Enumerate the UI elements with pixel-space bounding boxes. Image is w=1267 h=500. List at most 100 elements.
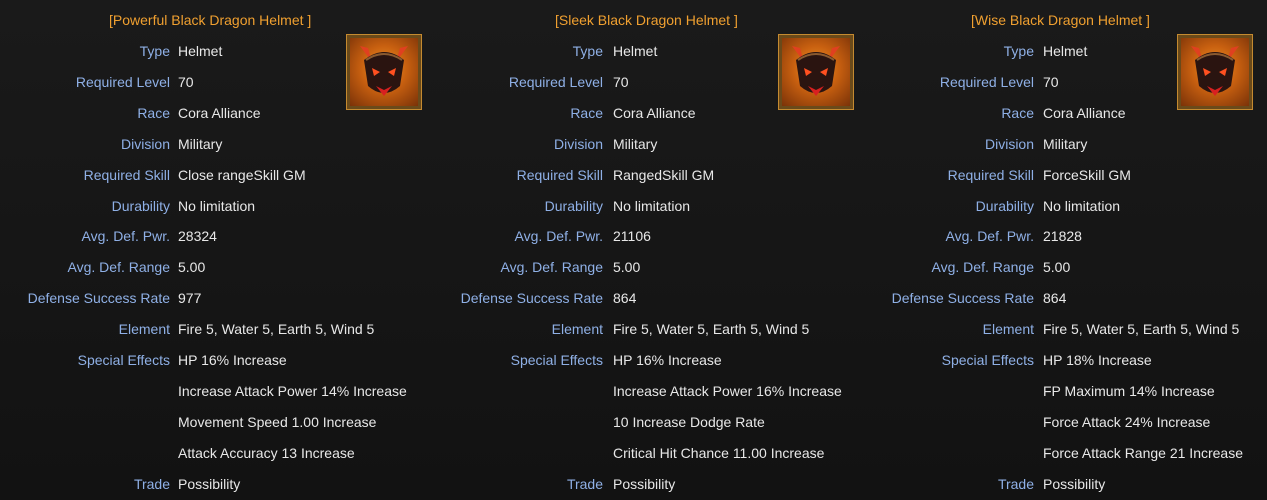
stat-row: Increase Attack Power 14% Increase [0, 381, 435, 401]
stat-value: Cora Alliance [1043, 105, 1126, 121]
stat-label: Race [570, 105, 603, 121]
stat-row: Avg. Def. Pwr. 28324 [0, 226, 435, 246]
stat-row: Division Military [0, 134, 435, 154]
stat-row: Required Level 70 [435, 72, 867, 92]
stat-label: Avg. Def. Pwr. [81, 228, 170, 244]
stat-row: Avg. Def. Range 5.00 [867, 257, 1267, 277]
stat-label: Special Effects [77, 352, 170, 368]
stat-row: Defense Success Rate 864 [867, 288, 1267, 308]
stat-row: Element Fire 5, Water 5, Earth 5, Wind 5 [435, 319, 867, 339]
stat-row: Special Effects HP 18% Increase [867, 350, 1267, 370]
stat-row: 10 Increase Dodge Rate [435, 412, 867, 432]
stat-row: Avg. Def. Range 5.00 [0, 257, 435, 277]
stat-value: Helmet [613, 43, 658, 59]
stat-label: Avg. Def. Pwr. [514, 228, 603, 244]
stat-value: 10 Increase Dodge Rate [613, 414, 765, 430]
item-title: [Powerful Black Dragon Helmet ] [109, 12, 312, 28]
stat-label: Trade [566, 476, 603, 492]
stat-row: Race Cora Alliance [0, 103, 435, 123]
stat-row: Trade Possibility [0, 474, 435, 494]
stat-value: Cora Alliance [613, 105, 696, 121]
stat-label: Required Level [939, 74, 1034, 90]
stat-value: Military [178, 136, 223, 152]
item-tooltip-wise: [Wise Black Dragon Helmet ] Type Helmet Re… [867, 0, 1267, 500]
stat-value: Fire 5, Water 5, Earth 5, Wind 5 [178, 321, 375, 337]
stat-value: 864 [613, 290, 637, 306]
item-tooltip-powerful: [Powerful Black Dragon Helmet ] Type Helm… [0, 0, 435, 500]
stat-row: Avg. Def. Pwr. 21106 [435, 226, 867, 246]
stat-row: Force Attack 24% Increase [867, 412, 1267, 432]
stat-row: Race Cora Alliance [435, 103, 867, 123]
stat-label: Required Skill [947, 167, 1034, 183]
stat-label: Division [553, 136, 603, 152]
stat-label: Defense Success Rate [891, 290, 1034, 306]
stat-label: Defense Success Rate [460, 290, 603, 306]
stat-row: Required Skill Close rangeSkill GM [0, 165, 435, 185]
item-tooltip-sleek: [Sleek Black Dragon Helmet ] Type Helmet R… [435, 0, 867, 500]
stat-label: Special Effects [941, 352, 1034, 368]
stat-value: Attack Accuracy 13 Increase [178, 445, 355, 461]
stat-row: Durability No limitation [0, 196, 435, 216]
stat-label: Division [984, 136, 1034, 152]
stat-label: Trade [133, 476, 170, 492]
stat-label: Race [137, 105, 170, 121]
stat-value: Close rangeSkill GM [178, 167, 306, 183]
stat-value: Helmet [1043, 43, 1088, 59]
stat-label: Race [1001, 105, 1034, 121]
stat-label: Element [551, 321, 603, 337]
stat-row: Trade Possibility [435, 474, 867, 494]
stat-label: Required Skill [516, 167, 603, 183]
stat-label: Avg. Def. Pwr. [945, 228, 1034, 244]
stat-value: HP 16% Increase [178, 352, 287, 368]
stat-value: 864 [1043, 290, 1067, 306]
stat-row: Type Helmet [867, 41, 1267, 61]
stat-row: Required Level 70 [0, 72, 435, 92]
stat-value: 977 [178, 290, 202, 306]
stat-value: Force Attack Range 21 Increase [1043, 445, 1243, 461]
stat-value: 28324 [178, 228, 217, 244]
stat-value: No limitation [613, 198, 691, 214]
stat-row: Element Fire 5, Water 5, Earth 5, Wind 5 [867, 319, 1267, 339]
stat-label: Durability [544, 198, 603, 214]
stat-row: Element Fire 5, Water 5, Earth 5, Wind 5 [0, 319, 435, 339]
stat-label: Defense Success Rate [27, 290, 170, 306]
stat-value: Military [1043, 136, 1088, 152]
stat-row: Required Skill ForceSkill GM [867, 165, 1267, 185]
stat-label: Required Level [75, 74, 170, 90]
stat-label: Type [1003, 43, 1034, 59]
stat-value: Movement Speed 1.00 Increase [178, 414, 377, 430]
stat-row: Required Skill RangedSkill GM [435, 165, 867, 185]
stat-label: Special Effects [510, 352, 603, 368]
stat-value: ForceSkill GM [1043, 167, 1131, 183]
stat-row: Avg. Def. Range 5.00 [435, 257, 867, 277]
stat-value: Cora Alliance [178, 105, 261, 121]
stat-value: Fire 5, Water 5, Earth 5, Wind 5 [1043, 321, 1240, 337]
stat-row: Race Cora Alliance [867, 103, 1267, 123]
stat-row: Durability No limitation [435, 196, 867, 216]
stat-label: Required Skill [83, 167, 170, 183]
stat-value: No limitation [178, 198, 256, 214]
stat-row: Defense Success Rate 977 [0, 288, 435, 308]
stat-value: Possibility [613, 476, 676, 492]
stat-label: Durability [111, 198, 170, 214]
stat-row: Durability No limitation [867, 196, 1267, 216]
stat-label: Avg. Def. Range [931, 259, 1034, 275]
item-title: [Sleek Black Dragon Helmet ] [555, 12, 738, 28]
stat-value: Helmet [178, 43, 223, 59]
stat-value: 70 [613, 74, 629, 90]
stat-label: Division [120, 136, 170, 152]
stat-value: HP 16% Increase [613, 352, 722, 368]
stat-value: HP 18% Increase [1043, 352, 1152, 368]
stat-row: Division Military [867, 134, 1267, 154]
stat-value: Increase Attack Power 16% Increase [613, 383, 842, 399]
stat-value: Force Attack 24% Increase [1043, 414, 1211, 430]
stat-row: Trade Possibility [867, 474, 1267, 494]
stat-row: Type Helmet [435, 41, 867, 61]
stat-value: 21106 [613, 228, 651, 244]
stat-value: Fire 5, Water 5, Earth 5, Wind 5 [613, 321, 810, 337]
stat-value: 21828 [1043, 228, 1082, 244]
item-title: [Wise Black Dragon Helmet ] [971, 12, 1150, 28]
stat-row: Special Effects HP 16% Increase [435, 350, 867, 370]
stat-label: Avg. Def. Range [67, 259, 170, 275]
stat-row: Defense Success Rate 864 [435, 288, 867, 308]
